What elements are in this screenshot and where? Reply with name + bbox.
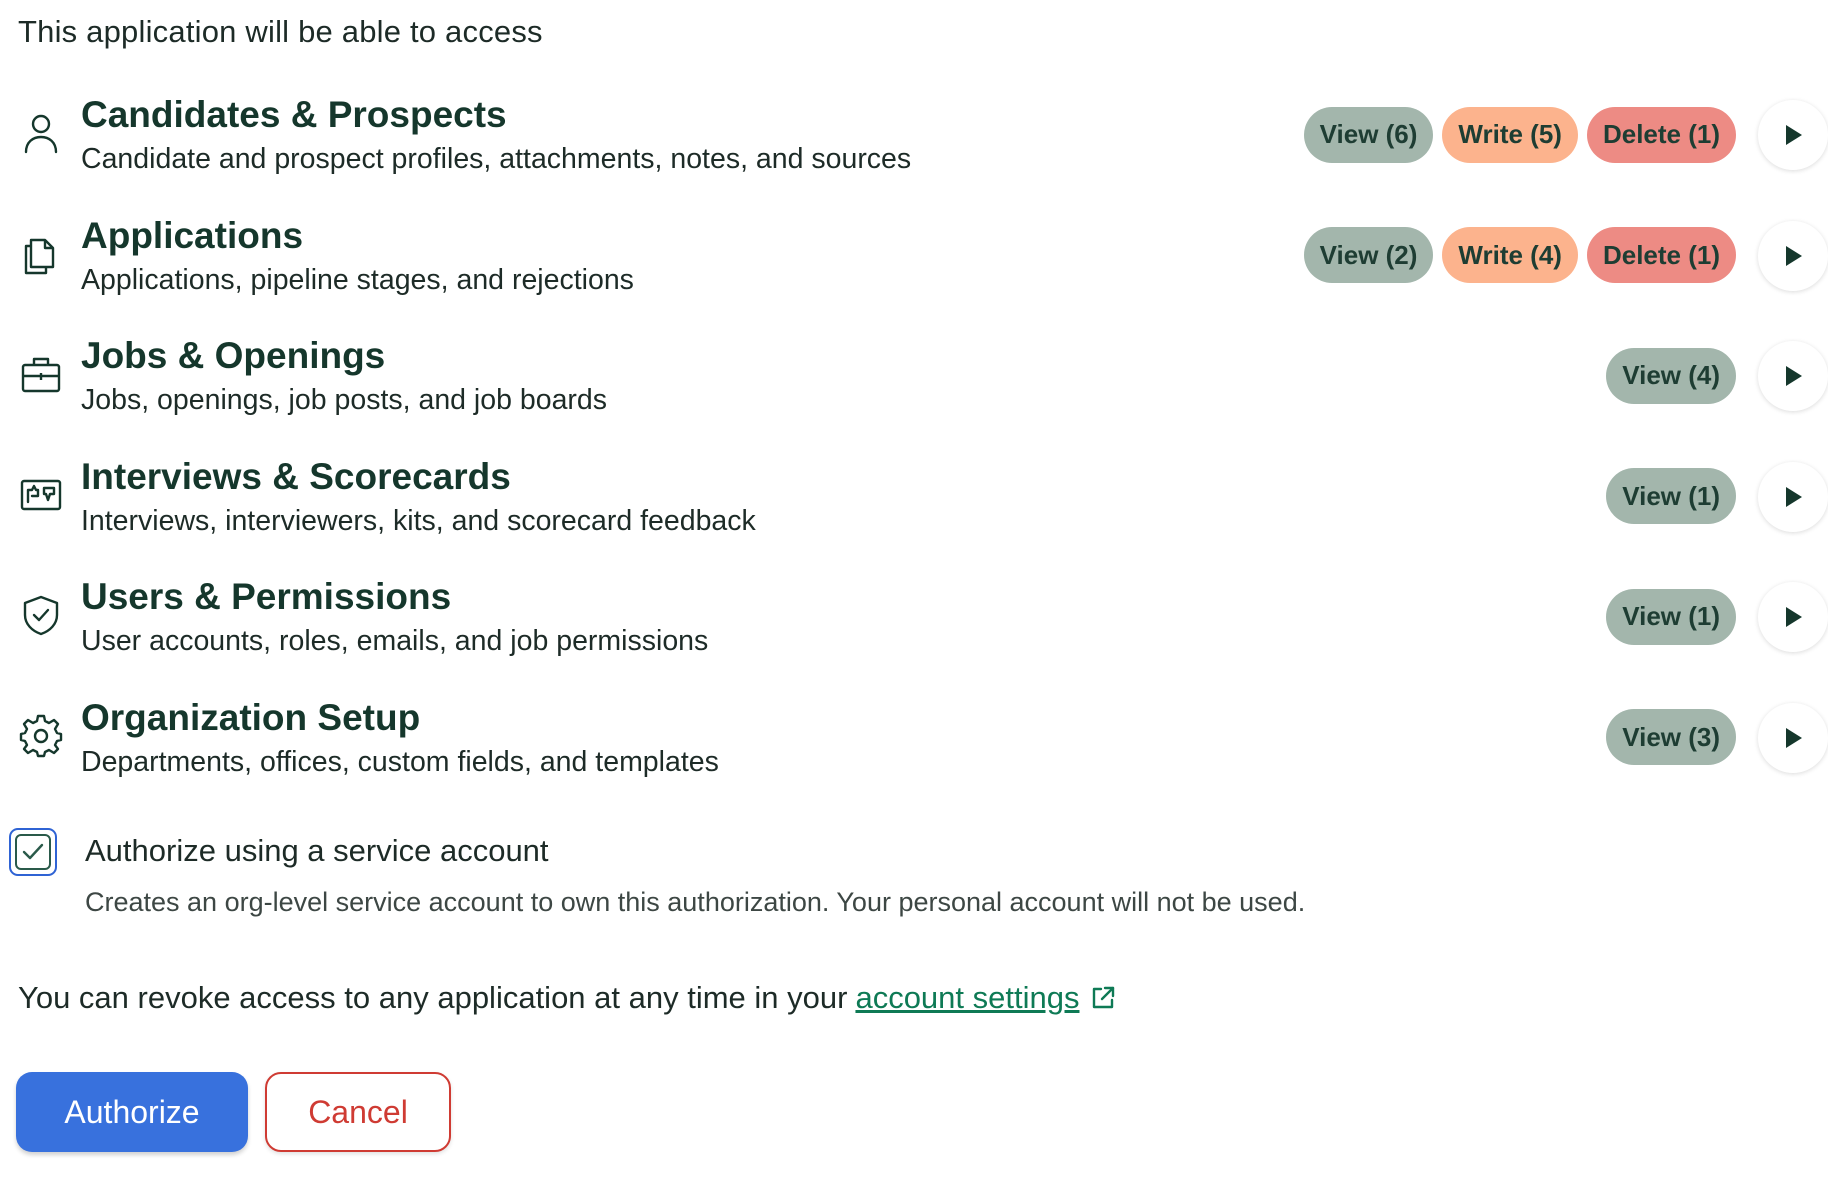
view-badge: View (2) — [1303, 227, 1434, 283]
scope-list: Candidates & Prospects Candidate and pro… — [0, 84, 1828, 807]
permission-badges: View (1) — [1606, 468, 1736, 525]
scope-description: Interviews, interviewers, kits, and scor… — [81, 504, 756, 537]
expand-button[interactable] — [1758, 341, 1828, 411]
action-buttons: Authorize Cancel — [16, 1072, 451, 1152]
scope-title: Applications — [81, 214, 304, 256]
scope-title: Organization Setup — [81, 696, 421, 738]
scope-title: Candidates & Prospects — [81, 94, 507, 135]
view-badge: View (1) — [1606, 468, 1736, 524]
scope-item-jobs: Jobs & Openings Jobs, openings, job post… — [0, 325, 1828, 446]
permission-badges: View (2) Write (4) Delete (1) — [1303, 227, 1736, 284]
scope-description: Applications, pipeline stages, and rejec… — [81, 263, 634, 296]
intro-text: This application will be able to access — [18, 14, 543, 49]
write-badge: Write (4) — [1442, 227, 1578, 283]
scope-item-applications: Applications Applications, pipeline stag… — [0, 205, 1828, 326]
scope-description: Jobs, openings, job posts, and job board… — [81, 384, 608, 416]
view-badge: View (3) — [1606, 709, 1736, 765]
scope-description: Candidate and prospect profiles, attachm… — [81, 143, 912, 175]
view-badge: View (1) — [1606, 588, 1736, 645]
delete-badge: Delete (1) — [1586, 106, 1736, 163]
play-arrow-icon — [1786, 486, 1802, 507]
briefcase-icon — [18, 351, 64, 397]
scope-item-candidates: Candidates & Prospects Candidate and pro… — [0, 84, 1828, 205]
account-settings-link[interactable]: account settings — [855, 980, 1079, 1016]
service-account-label[interactable]: Authorize using a service account — [85, 833, 549, 869]
play-arrow-icon — [1786, 607, 1802, 627]
play-arrow-icon — [1786, 727, 1802, 748]
external-link-icon[interactable] — [1089, 984, 1117, 1012]
view-badge: View (4) — [1606, 347, 1736, 404]
scorecard-icon — [18, 472, 64, 518]
scope-description: User accounts, roles, emails, and job pe… — [81, 625, 709, 657]
play-arrow-icon — [1786, 366, 1802, 386]
revoke-notice: You can revoke access to any application… — [18, 980, 1117, 1016]
shield-check-icon — [18, 592, 64, 638]
scope-item-organization: Organization Setup Departments, offices,… — [0, 687, 1828, 808]
authorize-button[interactable]: Authorize — [16, 1072, 248, 1152]
permission-badges: View (6) Write (5) Delete (1) — [1303, 106, 1736, 163]
scope-title: Interviews & Scorecards — [81, 455, 511, 497]
cancel-button[interactable]: Cancel — [265, 1072, 451, 1152]
scope-title: Jobs & Openings — [81, 335, 386, 376]
service-account-checkbox[interactable] — [9, 828, 57, 876]
permission-badges: View (4) — [1606, 347, 1736, 404]
permission-badges: View (1) — [1606, 588, 1736, 645]
checkmark-icon — [22, 843, 44, 860]
scope-description: Departments, offices, custom fields, and… — [81, 745, 719, 778]
revoke-text: You can revoke access to any application… — [18, 980, 848, 1015]
scope-title: Users & Permissions — [81, 576, 452, 617]
documents-icon — [18, 231, 64, 277]
delete-badge: Delete (1) — [1586, 227, 1736, 283]
play-arrow-icon — [1786, 125, 1802, 145]
scope-item-users: Users & Permissions User accounts, roles… — [0, 566, 1828, 687]
permission-badges: View (3) — [1606, 709, 1736, 766]
expand-button[interactable] — [1758, 100, 1828, 170]
expand-button[interactable] — [1758, 461, 1828, 532]
scope-item-interviews: Interviews & Scorecards Interviews, inte… — [0, 446, 1828, 567]
expand-button[interactable] — [1758, 702, 1828, 773]
play-arrow-icon — [1786, 245, 1802, 266]
authorization-dialog: This application will be able to access … — [0, 0, 1828, 1186]
service-account-description: Creates an org-level service account to … — [85, 887, 1306, 917]
write-badge: Write (5) — [1442, 106, 1578, 163]
checkbox-box — [15, 834, 51, 870]
expand-button[interactable] — [1758, 220, 1828, 291]
view-badge: View (6) — [1303, 106, 1434, 163]
gear-icon — [18, 713, 64, 759]
person-icon — [18, 110, 64, 156]
expand-button[interactable] — [1758, 582, 1828, 652]
